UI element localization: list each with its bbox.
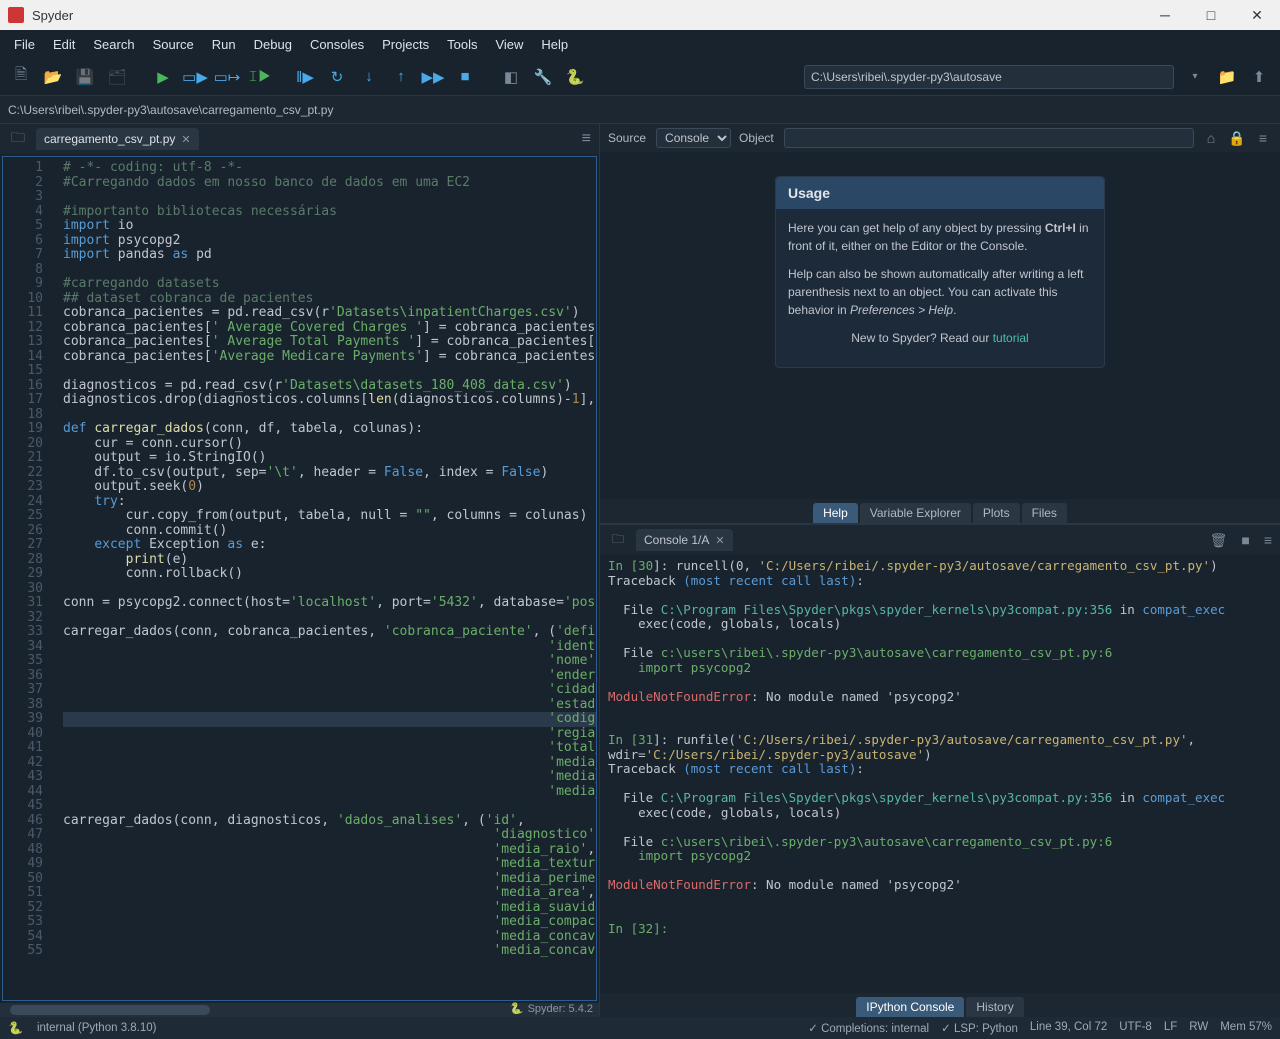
console-tabbar: 🗀 Console 1/A ✕ 🗑 ■ ≡ — [600, 525, 1280, 555]
home-icon[interactable]: ⌂ — [1202, 130, 1220, 146]
tab-variable-explorer[interactable]: Variable Explorer — [860, 503, 971, 523]
menu-source[interactable]: Source — [145, 35, 202, 54]
spyder-logo-icon — [8, 7, 24, 23]
python-interp-icon: 🐍 — [8, 1021, 23, 1035]
run-icon[interactable]: ▶ — [152, 66, 174, 88]
run-cell-advance-icon[interactable]: ▭↦ — [216, 66, 238, 88]
interrupt-icon[interactable]: ■ — [1241, 532, 1249, 549]
console-pane-tabs: IPython Console History — [600, 993, 1280, 1017]
editor-options-icon[interactable]: ≡ — [582, 130, 591, 148]
lsp-status[interactable]: ✓ LSP: Python — [941, 1021, 1018, 1035]
tab-help[interactable]: Help — [813, 503, 858, 523]
parent-folder-icon[interactable]: ⬆ — [1248, 66, 1270, 88]
console-body[interactable]: In [30]: runcell(0, 'C:/Users/ribei/.spy… — [600, 555, 1280, 993]
statusbar: 🐍 internal (Python 3.8.10) ✓ Completions… — [0, 1017, 1280, 1039]
source-label: Source — [608, 131, 646, 145]
tab-plots[interactable]: Plots — [973, 503, 1020, 523]
close-console-icon[interactable]: ✕ — [715, 534, 724, 547]
usage-p1: Here you can get help of any object by p… — [788, 219, 1092, 255]
object-label: Object — [739, 131, 774, 145]
menu-tools[interactable]: Tools — [439, 35, 485, 54]
tab-files[interactable]: Files — [1022, 503, 1067, 523]
toolbar: 🗎 📂 💾 🗂 ▶ ▭▶ ▭↦ 𝙸▶ ‖▶ ↻ ↓ ↑ ▶▶ ■ ◧ 🔧 🐍 C… — [0, 58, 1280, 96]
save-all-icon[interactable]: 🗂 — [106, 66, 128, 88]
run-cell-icon[interactable]: ▭▶ — [184, 66, 206, 88]
working-dir-input[interactable]: C:\Users\ribei\.spyder-py3\autosave — [804, 65, 1174, 89]
rw-status: RW — [1189, 1021, 1208, 1035]
tutorial-link[interactable]: tutorial — [993, 331, 1029, 345]
eol-status[interactable]: LF — [1164, 1021, 1177, 1035]
encoding-status[interactable]: UTF-8 — [1119, 1021, 1152, 1035]
debug-step-out-icon[interactable]: ↑ — [390, 66, 412, 88]
close-button[interactable]: ✕ — [1234, 0, 1280, 30]
close-tab-icon[interactable]: ✕ — [181, 133, 190, 146]
titlebar: Spyder ─ □ ✕ — [0, 0, 1280, 30]
debug-step-icon[interactable]: ↻ — [326, 66, 348, 88]
tab-ipython-console[interactable]: IPython Console — [856, 997, 964, 1017]
editor-pane: 🗀 carregamento_csv_pt.py ✕ ≡ for(let i=1… — [0, 124, 600, 1017]
menu-consoles[interactable]: Consoles — [302, 35, 372, 54]
window-title: Spyder — [32, 8, 73, 23]
menu-view[interactable]: View — [487, 35, 531, 54]
menu-projects[interactable]: Projects — [374, 35, 437, 54]
help-pane-tabs: Help Variable Explorer Plots Files — [600, 499, 1280, 523]
menu-edit[interactable]: Edit — [45, 35, 83, 54]
console-pane: 🗀 Console 1/A ✕ 🗑 ■ ≡ In [30]: runcell(0… — [600, 524, 1280, 1017]
usage-p3: New to Spyder? Read our tutorial — [788, 329, 1092, 347]
debug-stop-icon[interactable]: ■ — [454, 66, 476, 88]
maximize-button[interactable]: □ — [1188, 0, 1234, 30]
tab-history[interactable]: History — [966, 997, 1023, 1017]
chevron-down-icon[interactable]: ▾ — [1184, 66, 1206, 88]
console-browse-icon[interactable]: 🗀 — [606, 530, 630, 551]
line-gutter: for(let i=1;i<=55;i++)document.write(i+"… — [3, 157, 53, 1000]
menu-run[interactable]: Run — [204, 35, 244, 54]
debug-step-in-icon[interactable]: ↓ — [358, 66, 380, 88]
editor-scrollbar[interactable]: 🐍Spyder: 5.4.2 — [0, 1003, 599, 1017]
breadcrumb: C:\Users\ribei\.spyder-py3\autosave\carr… — [0, 96, 1280, 124]
editor-status: 🐍Spyder: 5.4.2 — [510, 1002, 593, 1015]
source-select[interactable]: Console — [656, 128, 731, 148]
interpreter-status[interactable]: internal (Python 3.8.10) — [37, 1022, 157, 1034]
menu-debug[interactable]: Debug — [246, 35, 300, 54]
code-body[interactable]: # -*- coding: utf-8 -*- #Carregando dado… — [53, 157, 596, 1000]
menu-help[interactable]: Help — [533, 35, 576, 54]
lock-icon[interactable]: 🔒 — [1228, 130, 1246, 147]
editor-tabbar: 🗀 carregamento_csv_pt.py ✕ ≡ — [0, 124, 599, 154]
usage-card: Usage Here you can get help of any objec… — [775, 176, 1105, 368]
cursor-position: Line 39, Col 72 — [1030, 1021, 1107, 1035]
new-file-icon[interactable]: 🗎 — [10, 66, 32, 88]
editor-tab[interactable]: carregamento_csv_pt.py ✕ — [36, 128, 199, 150]
completions-status[interactable]: ✓ Completions: internal — [808, 1021, 929, 1035]
memory-status: Mem 57% — [1220, 1021, 1272, 1035]
help-toolbar: Source Console Object ⌂ 🔒 ≡ — [600, 124, 1280, 152]
run-selection-icon[interactable]: 𝙸▶ — [248, 66, 270, 88]
browse-folder-icon[interactable]: 📁 — [1216, 66, 1238, 88]
minimize-button[interactable]: ─ — [1142, 0, 1188, 30]
help-options-icon[interactable]: ≡ — [1254, 130, 1272, 146]
python-icon: 🐍 — [510, 1002, 524, 1015]
file-browse-icon[interactable]: 🗀 — [6, 127, 30, 151]
usage-title: Usage — [776, 177, 1104, 209]
menubar: File Edit Search Source Run Debug Consol… — [0, 30, 1280, 58]
python-path-icon[interactable]: 🐍 — [564, 66, 586, 88]
debug-continue-icon[interactable]: ▶▶ — [422, 66, 444, 88]
menu-search[interactable]: Search — [85, 35, 142, 54]
scrollbar-thumb[interactable] — [10, 1005, 210, 1015]
console-options-icon[interactable]: ≡ — [1264, 532, 1272, 549]
maximize-pane-icon[interactable]: ◧ — [500, 66, 522, 88]
preferences-icon[interactable]: 🔧 — [532, 66, 554, 88]
usage-p2: Help can also be shown automatically aft… — [788, 265, 1092, 319]
help-body: Usage Here you can get help of any objec… — [600, 152, 1280, 499]
object-input[interactable] — [784, 128, 1194, 148]
menu-file[interactable]: File — [6, 35, 43, 54]
open-file-icon[interactable]: 📂 — [42, 66, 64, 88]
code-editor[interactable]: for(let i=1;i<=55;i++)document.write(i+"… — [2, 156, 597, 1001]
debug-play-icon[interactable]: ‖▶ — [294, 66, 316, 88]
console-tab[interactable]: Console 1/A ✕ — [636, 529, 733, 551]
save-icon[interactable]: 💾 — [74, 66, 96, 88]
trash-icon[interactable]: 🗑 — [1210, 532, 1228, 549]
